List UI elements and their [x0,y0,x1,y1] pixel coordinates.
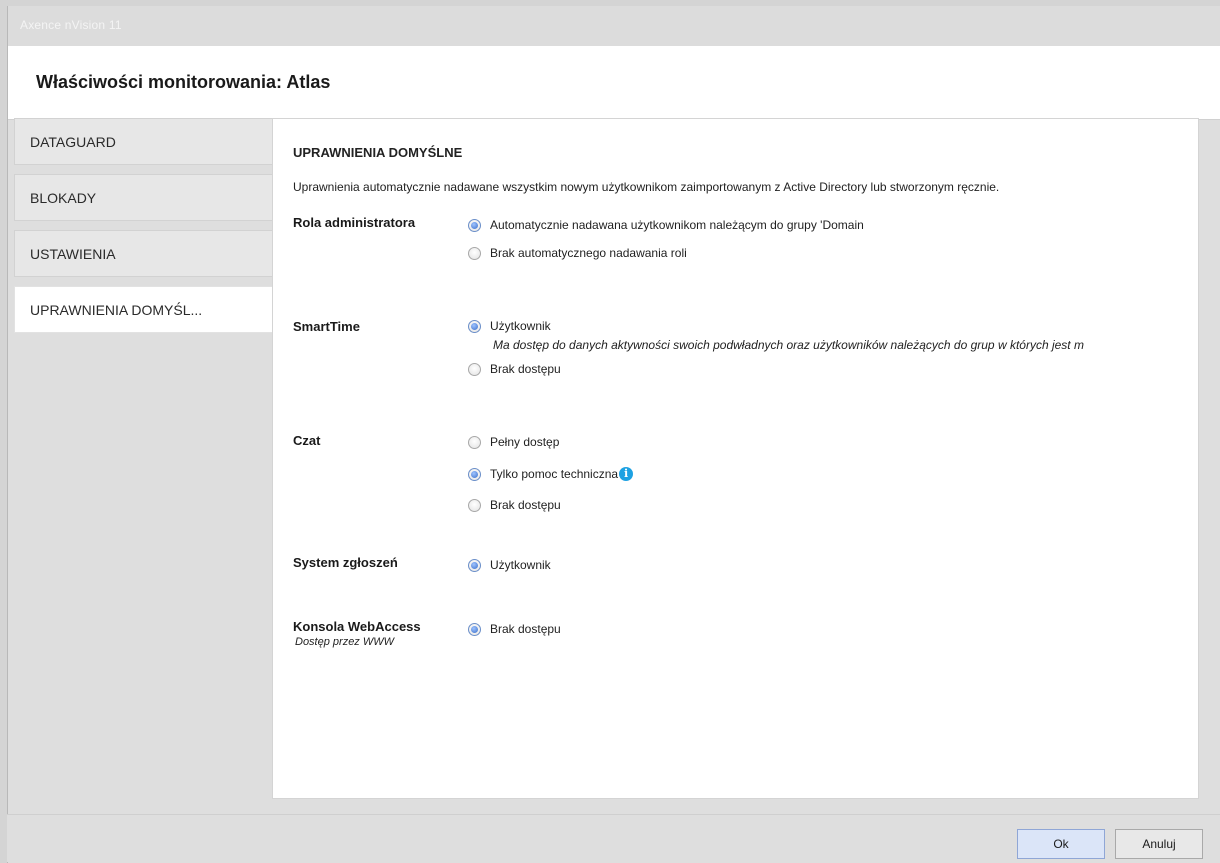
option-label: Brak dostępu [490,362,561,376]
ok-button[interactable]: Ok [1017,829,1105,859]
group-label-rola-administratora: Rola administratora [293,215,415,230]
radio-option-admin-none[interactable]: Brak automatycznego nadawania roli [468,245,687,261]
radio-button-checked[interactable] [468,558,481,572]
sidebar: DATAGUARD BLOKADY USTAWIENIA UPRAWNIENIA… [14,118,272,342]
radio-button-checked[interactable] [468,319,481,333]
title-bar: Axence nVision 11 [8,6,1220,46]
group-label-smarttime: SmartTime [293,319,360,334]
group-label-czat: Czat [293,433,320,448]
dialog-title: Właściwości monitorowania: Atlas [36,72,331,92]
radio-option-czat-support[interactable]: Tylko pomoc techniczna i [468,466,634,482]
option-description-smarttime-user: Ma dostęp do danych aktywności swoich po… [493,338,1084,352]
radio-option-czat-full[interactable]: Pełny dostęp [468,434,559,450]
option-label: Tylko pomoc techniczna [490,467,619,481]
content-panel: UPRAWNIENIA DOMYŚLNE Uprawnienia automat… [272,118,1199,799]
option-label: Użytkownik [490,319,551,333]
option-label: Użytkownik [490,558,551,572]
radio-button[interactable] [468,498,481,512]
radio-button-checked[interactable] [468,467,481,481]
group-label-text: SmartTime [293,319,360,334]
group-label-system-zgloszen: System zgłoszeń [293,555,398,570]
radio-button[interactable] [468,362,481,376]
radio-option-admin-auto[interactable]: Automatycznie nadawana użytkownikom nale… [468,217,864,233]
group-label-text: Konsola WebAccess [293,619,421,634]
radio-button-checked[interactable] [468,622,481,636]
group-label-text: Czat [293,433,321,448]
option-label: Pełny dostęp [490,435,560,449]
group-label-text: System zgłoszeń [293,555,398,570]
sidebar-item-dataguard[interactable]: DATAGUARD [14,118,272,165]
radio-button-checked[interactable] [468,218,481,232]
sidebar-item-blokady[interactable]: BLOKADY [14,174,272,221]
dialog-footer: Ok Anuluj [7,814,1220,862]
cancel-button[interactable]: Anuluj [1115,829,1203,859]
option-label: Automatycznie nadawana użytkownikom nale… [490,218,864,232]
app-title: Axence nVision 11 [20,18,122,32]
section-title: UPRAWNIENIA DOMYŚLNE [293,145,463,160]
radio-button[interactable] [468,246,481,260]
info-icon[interactable]: i [619,467,634,481]
radio-option-smarttime-none[interactable]: Brak dostępu [468,361,561,377]
sidebar-item-ustawienia[interactable]: USTAWIENIA [14,230,272,277]
dialog-header: Właściwości monitorowania: Atlas [8,46,1220,120]
option-label: Brak dostępu [490,498,561,512]
radio-option-tickets-user[interactable]: Użytkownik [468,557,551,573]
section-description: Uprawnienia automatycznie nadawane wszys… [293,180,1000,194]
group-sublabel: Dostęp przez WWW [295,636,395,648]
radio-option-webaccess-none[interactable]: Brak dostępu [468,621,561,637]
group-label-text: Rola administratora [293,215,416,230]
group-label-konsola-webaccess: Konsola WebAccess Dostęp przez WWW [293,619,421,648]
option-label: Brak dostępu [490,622,561,636]
radio-option-czat-none[interactable]: Brak dostępu [468,497,561,513]
radio-option-smarttime-user[interactable]: Użytkownik [468,318,551,334]
sidebar-item-uprawnienia-domyslne[interactable]: UPRAWNIENIA DOMYŚL... [14,286,272,333]
radio-button[interactable] [468,435,481,449]
option-label: Brak automatycznego nadawania roli [490,246,687,260]
